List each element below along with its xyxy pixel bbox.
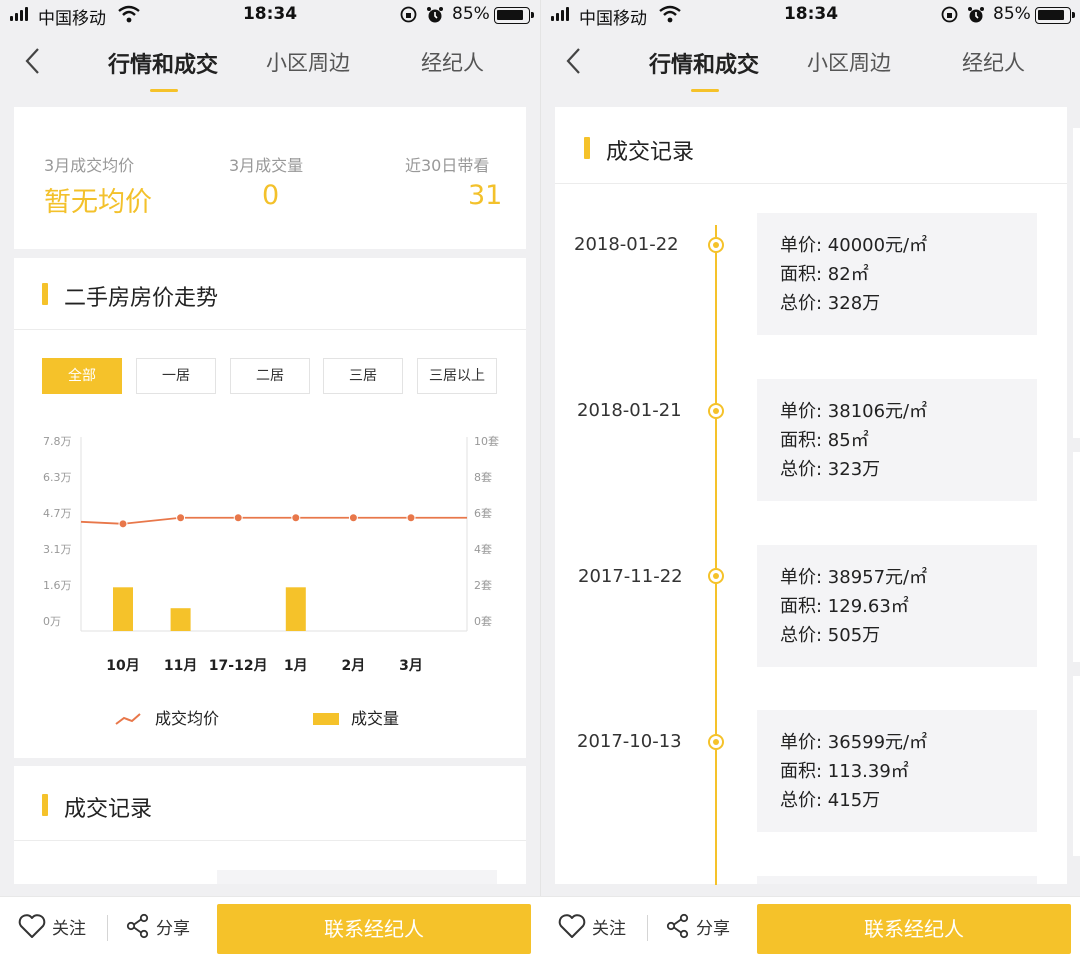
divider bbox=[14, 840, 526, 841]
y-tick-label-left: 7.8万 bbox=[43, 435, 72, 448]
share-icon bbox=[126, 913, 149, 939]
share-button[interactable]: 分享 bbox=[666, 913, 730, 939]
back-icon[interactable] bbox=[561, 46, 585, 76]
timeline-dot bbox=[708, 568, 724, 584]
y-tick-label-right: 6套 bbox=[474, 507, 492, 520]
x-tick-label: 3月 bbox=[399, 658, 423, 674]
x-tick-label: 17-12月 bbox=[209, 658, 268, 674]
timeline-dot bbox=[708, 403, 724, 419]
records-title: 成交记录 bbox=[606, 140, 695, 165]
avg-price-point bbox=[176, 513, 186, 523]
record-item[interactable]: 单价: 40000元/㎡ 面积: 82㎡ 总价: 328万 bbox=[757, 213, 1037, 335]
adjacent-card-peek bbox=[1073, 128, 1080, 438]
active-tab-indicator bbox=[691, 89, 719, 92]
record-total-price: 总价: 415万 bbox=[780, 790, 881, 811]
x-tick-label: 11月 bbox=[164, 658, 197, 674]
legend-label: 成交量 bbox=[351, 709, 399, 728]
timeline-dot bbox=[708, 734, 724, 750]
share-icon bbox=[666, 913, 689, 939]
heart-icon bbox=[18, 914, 46, 938]
follow-button[interactable]: 关注 bbox=[558, 913, 626, 939]
follow-button[interactable]: 关注 bbox=[18, 913, 86, 939]
x-tick-label: 2月 bbox=[342, 658, 366, 674]
contact-agent-button[interactable]: 联系经纪人 bbox=[217, 904, 531, 954]
divider bbox=[647, 915, 648, 941]
tab-market[interactable]: 行情和成交 bbox=[649, 47, 759, 79]
tab-neighborhood[interactable]: 小区周边 bbox=[807, 47, 891, 77]
tab-agents[interactable]: 经纪人 bbox=[962, 47, 1025, 77]
record-total-price: 总价: 505万 bbox=[780, 625, 881, 646]
record-unit-price: 单价: 36599元/㎡ bbox=[780, 732, 928, 753]
record-total-price: 总价: 323万 bbox=[780, 459, 881, 480]
y-tick-label-right: 2套 bbox=[474, 579, 492, 592]
record-unit-price: 单价: 40000元/㎡ bbox=[780, 235, 928, 256]
contact-agent-button[interactable]: 联系经纪人 bbox=[757, 904, 1071, 954]
battery-percent: 85% bbox=[993, 4, 1031, 24]
record-area: 面积: 129.63㎡ bbox=[780, 596, 909, 617]
share-label: 分享 bbox=[696, 918, 730, 939]
avg-price-point bbox=[406, 513, 416, 523]
avg-price-point bbox=[348, 513, 358, 523]
record-area: 面积: 113.39㎡ bbox=[780, 761, 909, 782]
record-total-price: 总价: 328万 bbox=[780, 293, 881, 314]
legend-line-swatch bbox=[115, 713, 141, 725]
legend-label: 成交均价 bbox=[155, 709, 219, 728]
y-tick-label-right: 0套 bbox=[474, 615, 492, 628]
y-tick-label-right: 4套 bbox=[474, 543, 492, 556]
records-title: 成交记录 bbox=[64, 797, 153, 822]
avg-price-point bbox=[118, 519, 128, 529]
alarm-icon bbox=[968, 7, 984, 23]
share-button[interactable]: 分享 bbox=[126, 913, 190, 939]
record-item[interactable]: 单价: 36599元/㎡ 面积: 113.39㎡ 总价: 415万 bbox=[757, 710, 1037, 832]
battery-icon bbox=[1035, 7, 1075, 24]
screen-market-left: 中国移动 18:34 85% 行情和成交 小区周边 经纪人 3月成交均价 3月成… bbox=[0, 0, 540, 960]
records-card bbox=[14, 766, 526, 884]
record-unit-price: 单价: 38106元/㎡ bbox=[780, 401, 928, 422]
section-marker bbox=[42, 794, 48, 816]
record-item[interactable]: 单价: 38957元/㎡ 面积: 129.63㎡ 总价: 505万 bbox=[757, 545, 1037, 667]
timeline-dot bbox=[708, 237, 724, 253]
divider bbox=[555, 183, 1067, 184]
timeline-line bbox=[715, 225, 717, 885]
y-tick-label-left: 3.1万 bbox=[43, 543, 72, 556]
avg-price-point bbox=[291, 513, 301, 523]
volume-bar bbox=[113, 587, 133, 631]
y-tick-label-left: 6.3万 bbox=[43, 471, 72, 484]
y-tick-label-right: 8套 bbox=[474, 471, 492, 484]
y-tick-label-left: 4.7万 bbox=[43, 507, 72, 520]
avg-price-point bbox=[233, 513, 243, 523]
adjacent-card-peek bbox=[1073, 452, 1080, 662]
divider bbox=[107, 915, 108, 941]
section-marker bbox=[584, 137, 590, 159]
follow-label: 关注 bbox=[52, 918, 86, 939]
record-item[interactable]: 单价: 38106元/㎡ 面积: 85㎡ 总价: 323万 bbox=[757, 379, 1037, 501]
y-tick-label-left: 0万 bbox=[43, 615, 61, 628]
x-tick-label: 10月 bbox=[106, 658, 139, 674]
y-tick-label-left: 1.6万 bbox=[43, 579, 72, 592]
y-tick-label-right: 10套 bbox=[474, 435, 499, 448]
record-date: 2018-01-22 bbox=[574, 234, 679, 255]
record-box-peek bbox=[217, 870, 497, 884]
follow-label: 关注 bbox=[592, 918, 626, 939]
top-nav: 行情和成交 小区周边 经纪人 bbox=[541, 32, 1080, 94]
rotation-lock-icon bbox=[941, 6, 958, 23]
legend-bar-swatch bbox=[313, 713, 339, 725]
share-label: 分享 bbox=[156, 918, 190, 939]
record-box-peek bbox=[757, 876, 1037, 884]
heart-icon bbox=[558, 914, 586, 938]
record-area: 面积: 85㎡ bbox=[780, 430, 869, 451]
bottom-bar: 关注 分享 联系经纪人 bbox=[0, 896, 540, 960]
record-area: 面积: 82㎡ bbox=[780, 264, 869, 285]
volume-bar bbox=[285, 587, 306, 631]
record-date: 2018-01-21 bbox=[577, 400, 682, 421]
x-tick-label: 1月 bbox=[284, 658, 308, 674]
volume-bar bbox=[170, 608, 191, 631]
record-date: 2017-10-13 bbox=[577, 731, 682, 752]
bottom-bar: 关注 分享 联系经纪人 bbox=[540, 896, 1080, 960]
record-date: 2017-11-22 bbox=[578, 566, 683, 587]
status-bar: 中国移动 18:34 85% bbox=[541, 0, 1080, 32]
record-unit-price: 单价: 38957元/㎡ bbox=[780, 567, 928, 588]
adjacent-card-peek bbox=[1073, 676, 1080, 856]
